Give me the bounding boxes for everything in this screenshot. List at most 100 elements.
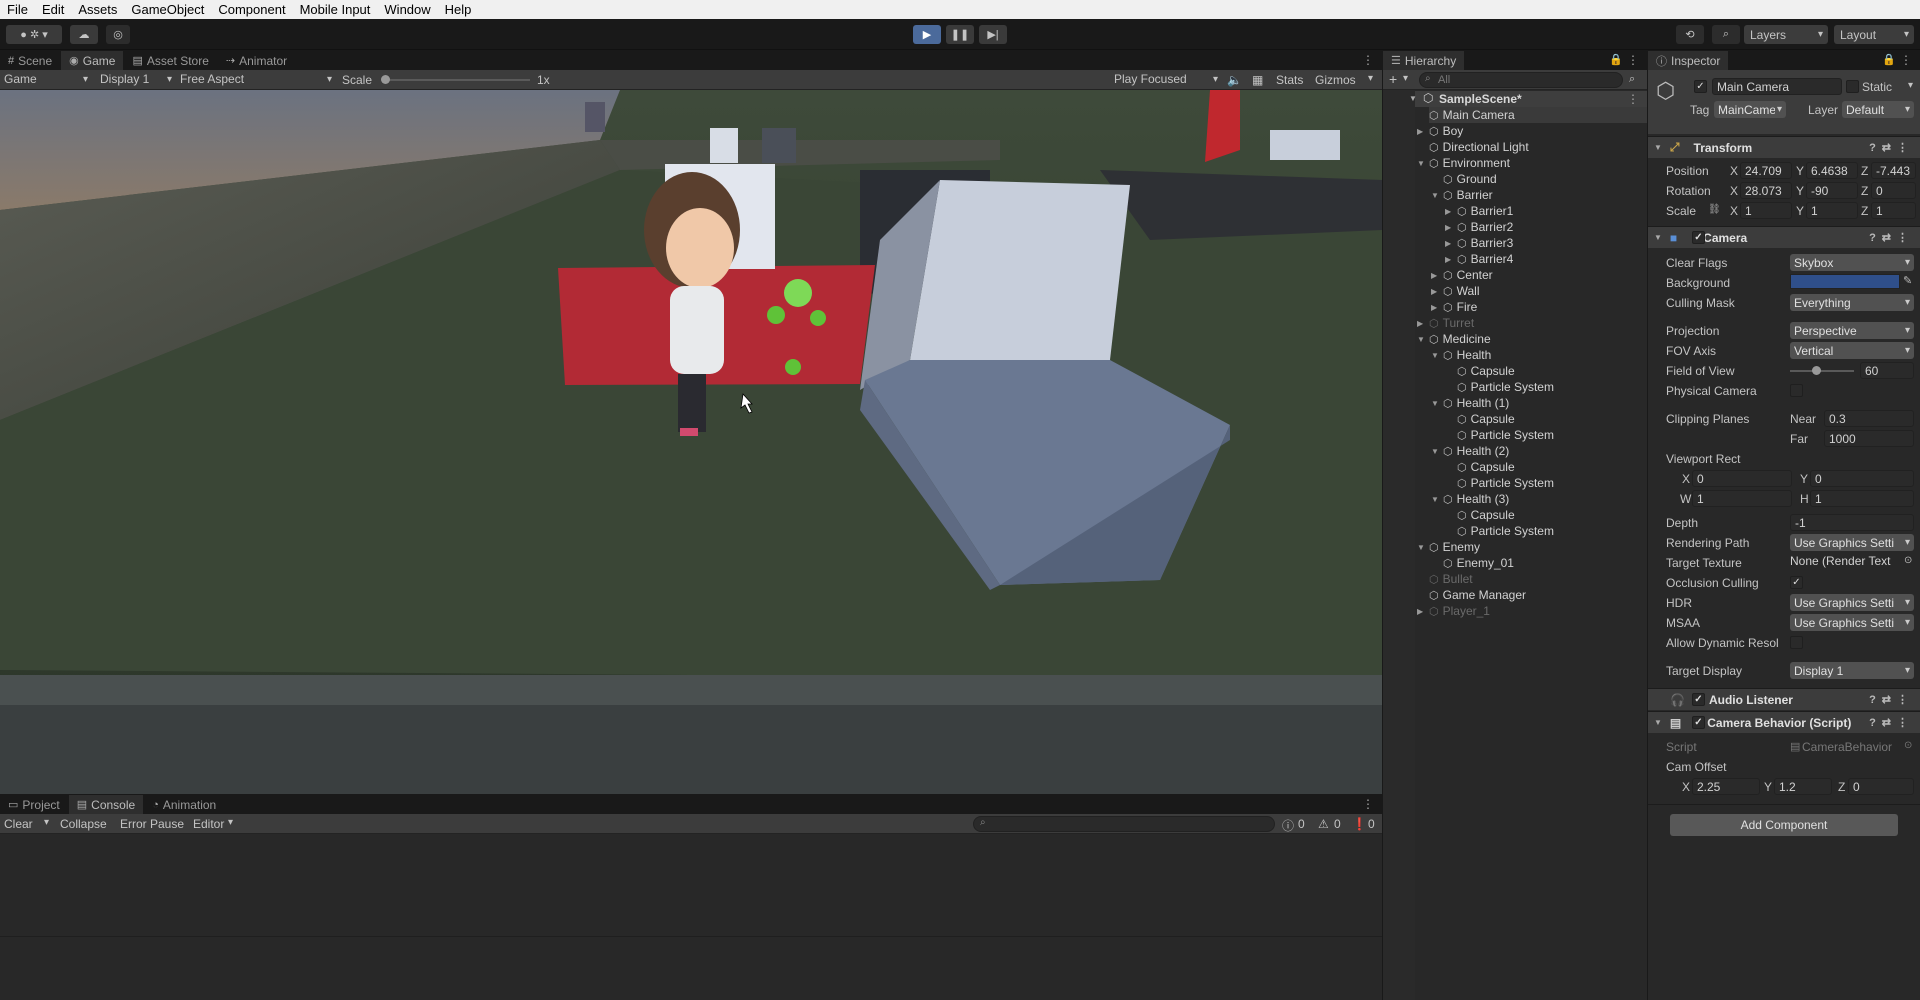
- error-icon[interactable]: ❗: [1352, 817, 1367, 831]
- game-mode-dropdown[interactable]: Game ▾: [4, 72, 88, 86]
- hierarchy-item[interactable]: ▶ ⬡ Boy: [1417, 123, 1647, 139]
- expand-arrow-down-icon[interactable]: ▼: [1431, 495, 1439, 504]
- hierarchy-item[interactable]: ⬡ Bullet: [1429, 571, 1647, 587]
- cam-offset-y-field[interactable]: 1.2: [1774, 778, 1832, 795]
- expand-arrow[interactable]: ▼: [1409, 94, 1417, 103]
- object-name-field[interactable]: Main Camera: [1712, 78, 1842, 95]
- hierarchy-item[interactable]: ▶ ⬡ Barrier3: [1445, 235, 1647, 251]
- hierarchy-item[interactable]: ▶ ⬡ Wall: [1431, 283, 1647, 299]
- hierarchy-item[interactable]: ▶ ⬡ Barrier4: [1445, 251, 1647, 267]
- hierarchy-item[interactable]: ▶ ⬡ Barrier1: [1445, 203, 1647, 219]
- component-menu-icons[interactable]: ?⇄⋮: [1869, 141, 1914, 154]
- collab-button[interactable]: ◎: [106, 25, 130, 44]
- hierarchy-item[interactable]: ⬡ Particle System: [1457, 427, 1647, 443]
- game-view-render[interactable]: [0, 90, 1382, 794]
- stats-button[interactable]: Stats: [1276, 73, 1303, 87]
- menu-item-help[interactable]: Help: [438, 2, 479, 17]
- expand-arrow-down-icon[interactable]: ▼: [1431, 191, 1439, 200]
- layer-dropdown[interactable]: Default: [1842, 101, 1914, 118]
- expand-arrow-right-icon[interactable]: ▶: [1445, 223, 1451, 232]
- msaa-dropdown[interactable]: Use Graphics Setti: [1790, 614, 1914, 631]
- menu-item-file[interactable]: File: [0, 2, 35, 17]
- hierarchy-item[interactable]: ▼ ⬡ Environment: [1417, 155, 1647, 171]
- expand-arrow-right-icon[interactable]: ▶: [1431, 271, 1437, 280]
- hierarchy-item[interactable]: ▶ ⬡ Fire: [1431, 299, 1647, 315]
- add-component-button[interactable]: Add Component: [1670, 814, 1898, 836]
- menu-item-assets[interactable]: Assets: [71, 2, 124, 17]
- position-y-field[interactable]: 6.4638: [1806, 162, 1858, 179]
- tab-asset-store[interactable]: ▤ Asset Store: [124, 51, 217, 70]
- hierarchy-item[interactable]: ⬡ Capsule: [1457, 411, 1647, 427]
- hierarchy-item[interactable]: ⬡ Particle System: [1457, 523, 1647, 539]
- depth-field[interactable]: -1: [1790, 514, 1914, 531]
- more-icon[interactable]: ⋮: [1627, 92, 1639, 106]
- hierarchy-item[interactable]: ▼ ⬡ Health (1): [1431, 395, 1647, 411]
- more-icon[interactable]: ⋮: [1900, 53, 1912, 67]
- scale-y-field[interactable]: 1: [1806, 202, 1858, 219]
- aspect-dropdown[interactable]: Free Aspect ▾: [180, 72, 332, 86]
- object-picker-icon[interactable]: ⊙: [1904, 555, 1913, 566]
- play-button[interactable]: ▶: [913, 25, 941, 44]
- menu-item-gameobject[interactable]: GameObject: [124, 2, 211, 17]
- scale-z-field[interactable]: 1: [1871, 202, 1916, 219]
- collapse-button[interactable]: Collapse: [60, 817, 107, 831]
- pause-button[interactable]: ❚❚: [946, 25, 974, 44]
- menu-item-component[interactable]: Component: [211, 2, 292, 17]
- hierarchy-item[interactable]: ▼ ⬡ Barrier: [1431, 187, 1647, 203]
- menu-item-edit[interactable]: Edit: [35, 2, 71, 17]
- console-search-input[interactable]: ⌕: [973, 816, 1275, 832]
- expand-arrow-down-icon[interactable]: ▼: [1431, 399, 1439, 408]
- hierarchy-item[interactable]: ⬡ Capsule: [1457, 459, 1647, 475]
- hdr-dropdown[interactable]: Use Graphics Setti: [1790, 594, 1914, 611]
- layers-dropdown[interactable]: Layers: [1744, 25, 1828, 44]
- audio-listener-checkbox[interactable]: ✓: [1692, 693, 1705, 706]
- target-display-dropdown[interactable]: Display 1: [1790, 662, 1914, 679]
- error-pause-button[interactable]: Error Pause: [120, 817, 184, 831]
- chevron-down-icon[interactable]: ▾: [44, 817, 49, 828]
- viewport-y-field[interactable]: 0: [1810, 470, 1914, 487]
- viewport-w-field[interactable]: 1: [1692, 490, 1792, 507]
- background-color-swatch[interactable]: [1790, 274, 1900, 289]
- hierarchy-search-input[interactable]: ⌕ All: [1419, 72, 1623, 88]
- culling-mask-dropdown[interactable]: Everything: [1790, 294, 1914, 311]
- scale-slider[interactable]: [384, 79, 530, 81]
- hierarchy-item[interactable]: ▼ ⬡ Medicine: [1417, 331, 1647, 347]
- scene-row[interactable]: ▼ ⬡ SampleScene* ⋮: [1409, 91, 1647, 107]
- hierarchy-item[interactable]: ▼ ⬡ Enemy: [1417, 539, 1647, 555]
- hierarchy-item[interactable]: ⬡ Particle System: [1457, 379, 1647, 395]
- lock-icon[interactable]: 🔒: [1882, 53, 1896, 66]
- hierarchy-item[interactable]: ⬡ Enemy_01: [1443, 555, 1647, 571]
- viewport-h-field[interactable]: 1: [1810, 490, 1914, 507]
- fov-field[interactable]: 60: [1860, 362, 1914, 379]
- rendering-path-dropdown[interactable]: Use Graphics Setti: [1790, 534, 1914, 551]
- cloud-button[interactable]: ☁: [70, 25, 98, 44]
- rotation-x-field[interactable]: 28.073: [1740, 182, 1792, 199]
- hierarchy-item[interactable]: ▶ ⬡ Player_1: [1417, 603, 1647, 619]
- expand-arrow-right-icon[interactable]: ▶: [1445, 255, 1451, 264]
- rotation-y-field[interactable]: -90: [1806, 182, 1858, 199]
- fov-slider-handle[interactable]: [1812, 366, 1821, 375]
- grid-icon[interactable]: ▦: [1252, 73, 1263, 87]
- allow-dynamic-resolution-checkbox[interactable]: [1790, 636, 1803, 649]
- hierarchy-item[interactable]: ⬡ Game Manager: [1429, 587, 1647, 603]
- mute-icon[interactable]: 🔈: [1227, 73, 1242, 87]
- hierarchy-item[interactable]: ⬡ Capsule: [1457, 363, 1647, 379]
- hierarchy-item[interactable]: ▼ ⬡ Health (3): [1431, 491, 1647, 507]
- account-dropdown[interactable]: ● ✲ ▾: [6, 25, 62, 44]
- chevron-down-icon[interactable]: ▾: [1908, 80, 1913, 91]
- editor-dropdown[interactable]: Editor: [193, 817, 224, 831]
- clear-button[interactable]: Clear: [4, 817, 33, 831]
- expand-arrow-right-icon[interactable]: ▶: [1431, 287, 1437, 296]
- fov-slider[interactable]: [1790, 370, 1854, 372]
- link-icon[interactable]: ⛓: [1708, 204, 1721, 215]
- active-checkbox[interactable]: ✓: [1694, 80, 1707, 93]
- scale-x-field[interactable]: 1: [1740, 202, 1792, 219]
- expand-arrow-down-icon[interactable]: ▼: [1431, 447, 1439, 456]
- tab-console[interactable]: ▤ Console: [68, 795, 144, 814]
- tab-scene[interactable]: # Scene: [0, 51, 61, 70]
- display-dropdown[interactable]: Display 1 ▾: [100, 72, 172, 86]
- position-x-field[interactable]: 24.709: [1740, 162, 1792, 179]
- component-menu-icons[interactable]: ?⇄⋮: [1869, 693, 1914, 706]
- audio-listener-header[interactable]: 🎧 ✓ Audio Listener ?⇄⋮: [1648, 688, 1920, 710]
- search-button[interactable]: ⌕: [1712, 25, 1740, 44]
